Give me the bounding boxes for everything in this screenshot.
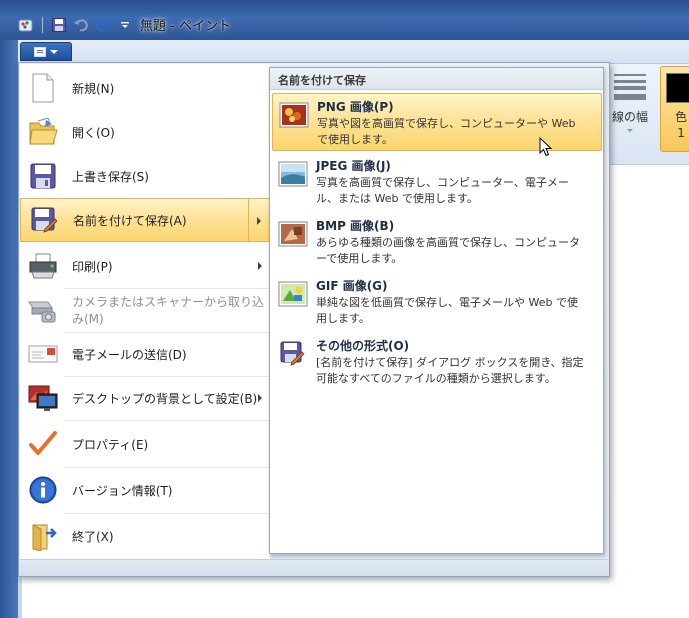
menu-item-label: プロパティ(E) bbox=[72, 437, 149, 452]
menu-item-label: 新規(N) bbox=[72, 81, 115, 96]
menu-item-label: 印刷(P) bbox=[72, 259, 113, 274]
submenu-item-description: 写真を高画質で保存し、コンピューター、電子メール、または Web で使用します。 bbox=[316, 176, 569, 205]
menu-item-set-desktop-background[interactable]: デスクトップの背景として設定(B) bbox=[20, 376, 270, 420]
save-icon[interactable] bbox=[51, 17, 67, 33]
redo-icon[interactable] bbox=[95, 17, 111, 33]
info-icon bbox=[28, 475, 58, 505]
menu-item-about[interactable]: バージョン情報(T) bbox=[20, 468, 270, 512]
menu-item-open[interactable]: 開く(O) bbox=[20, 110, 270, 154]
window-left-frame bbox=[0, 40, 18, 618]
title-bar: 無題 - ペイント bbox=[0, 0, 689, 40]
menu-item-label: 名前を付けて保存(A) bbox=[73, 213, 187, 228]
desktop-background-icon bbox=[28, 383, 58, 413]
submenu-arrow-icon bbox=[258, 394, 262, 402]
line-width-icon bbox=[614, 74, 646, 100]
other-formats-icon bbox=[278, 341, 308, 367]
line-width-button[interactable]: 線の幅 bbox=[608, 68, 652, 138]
menu-item-label: 終了(X) bbox=[72, 529, 114, 544]
customize-toolbar-chevron-icon[interactable] bbox=[117, 17, 133, 33]
menu-item-label: バージョン情報(T) bbox=[72, 483, 173, 498]
submenu-item-description: 単純な図を低画質で保存し、電子メールや Web で使用します。 bbox=[316, 296, 578, 325]
menu-separator bbox=[64, 420, 270, 421]
save-as-gif[interactable]: GIF 画像(G) 単純な図を低画質で保存し、電子メールや Web で使用します… bbox=[272, 273, 602, 331]
window-title: 無題 - ペイント bbox=[140, 19, 231, 34]
application-menu-commands: 新規(N) 開く(O) 上書き保存(S) 名前を付けて保存(A) 印刷(P) カ… bbox=[20, 64, 270, 559]
save-as-jpeg[interactable]: JPEG 画像(J) 写真を高画質で保存し、コンピューター、電子メール、または … bbox=[272, 153, 602, 211]
menu-item-exit[interactable]: 終了(X) bbox=[20, 514, 270, 558]
split-divider bbox=[248, 199, 249, 241]
submenu-item-title: PNG 画像(P) bbox=[317, 100, 394, 114]
menu-item-send-email[interactable]: 電子メールの送信(D) bbox=[20, 332, 270, 376]
new-document-icon bbox=[28, 73, 58, 103]
toolbar-separator bbox=[42, 17, 43, 33]
chevron-down-icon bbox=[627, 129, 633, 132]
exit-icon bbox=[28, 521, 58, 551]
checkmark-icon bbox=[28, 429, 58, 459]
color1-swatch bbox=[666, 73, 689, 103]
submenu-item-title: その他の形式(O) bbox=[316, 339, 410, 353]
printer-icon bbox=[28, 251, 58, 281]
menu-item-properties[interactable]: プロパティ(E) bbox=[20, 422, 270, 466]
scanner-camera-icon bbox=[28, 295, 58, 325]
submenu-item-description: [名前を付けて保存] ダイアログ ボックスを開き、指定可能なすべてのファイルの種… bbox=[316, 356, 584, 385]
submenu-item-title: GIF 画像(G) bbox=[316, 279, 388, 293]
submenu-arrow-icon bbox=[258, 262, 262, 270]
line-width-label: 線の幅 bbox=[611, 110, 648, 124]
submenu-arrow-icon[interactable] bbox=[257, 217, 261, 225]
submenu-item-description: あらゆる種類の画像を高画質で保存し、コンピューターで使用します。 bbox=[316, 236, 580, 265]
mouse-pointer-icon bbox=[539, 136, 553, 157]
menu-item-print[interactable]: 印刷(P) bbox=[20, 244, 270, 288]
submenu-item-title: JPEG 画像(J) bbox=[316, 159, 391, 173]
email-icon bbox=[28, 339, 58, 369]
menu-glyph-icon bbox=[34, 46, 46, 57]
save-as-other-formats[interactable]: その他の形式(O) [名前を付けて保存] ダイアログ ボックスを開き、指定可能な… bbox=[272, 333, 602, 391]
paint-app-icon[interactable] bbox=[18, 17, 34, 33]
png-image-icon bbox=[279, 102, 309, 128]
ribbon-tab-strip bbox=[18, 40, 689, 64]
gif-image-icon bbox=[278, 281, 308, 307]
save-as-submenu: 名前を付けて保存 PNG 画像(P) 写真や図を高画質で保存し、コンピューターや… bbox=[269, 67, 604, 554]
menu-item-save-as[interactable]: 名前を付けて保存(A) bbox=[20, 198, 270, 242]
menu-item-label: 開く(O) bbox=[72, 125, 115, 140]
open-folder-icon bbox=[28, 117, 58, 147]
paint-menu-button[interactable] bbox=[20, 42, 72, 61]
undo-icon[interactable] bbox=[73, 17, 89, 33]
jpeg-image-icon bbox=[278, 161, 308, 187]
save-as-icon bbox=[29, 205, 59, 235]
color1-label: 色 1 bbox=[675, 110, 688, 140]
quick-access-toolbar bbox=[18, 15, 133, 35]
menu-item-label: デスクトップの背景として設定(B) bbox=[72, 391, 258, 406]
save-as-bmp[interactable]: BMP 画像(B) あらゆる種類の画像を高画質で保存し、コンピューターで使用しま… bbox=[272, 213, 602, 271]
save-disk-icon bbox=[28, 161, 58, 191]
bmp-image-icon bbox=[278, 221, 308, 247]
chevron-down-icon bbox=[50, 49, 58, 54]
submenu-item-title: BMP 画像(B) bbox=[316, 219, 395, 233]
menu-item-label: カメラまたはスキャナーから取り込み(M) bbox=[72, 295, 265, 326]
color1-button[interactable]: 色 1 bbox=[660, 66, 689, 152]
menu-item-new[interactable]: 新規(N) bbox=[20, 66, 270, 110]
menu-item-save[interactable]: 上書き保存(S) bbox=[20, 154, 270, 198]
application-menu-footer bbox=[20, 559, 609, 576]
menu-item-label: 電子メールの送信(D) bbox=[72, 347, 187, 362]
submenu-header: 名前を付けて保存 bbox=[270, 68, 603, 90]
menu-item-scanner-import: カメラまたはスキャナーから取り込み(M) bbox=[20, 288, 270, 332]
menu-item-label: 上書き保存(S) bbox=[72, 169, 149, 184]
